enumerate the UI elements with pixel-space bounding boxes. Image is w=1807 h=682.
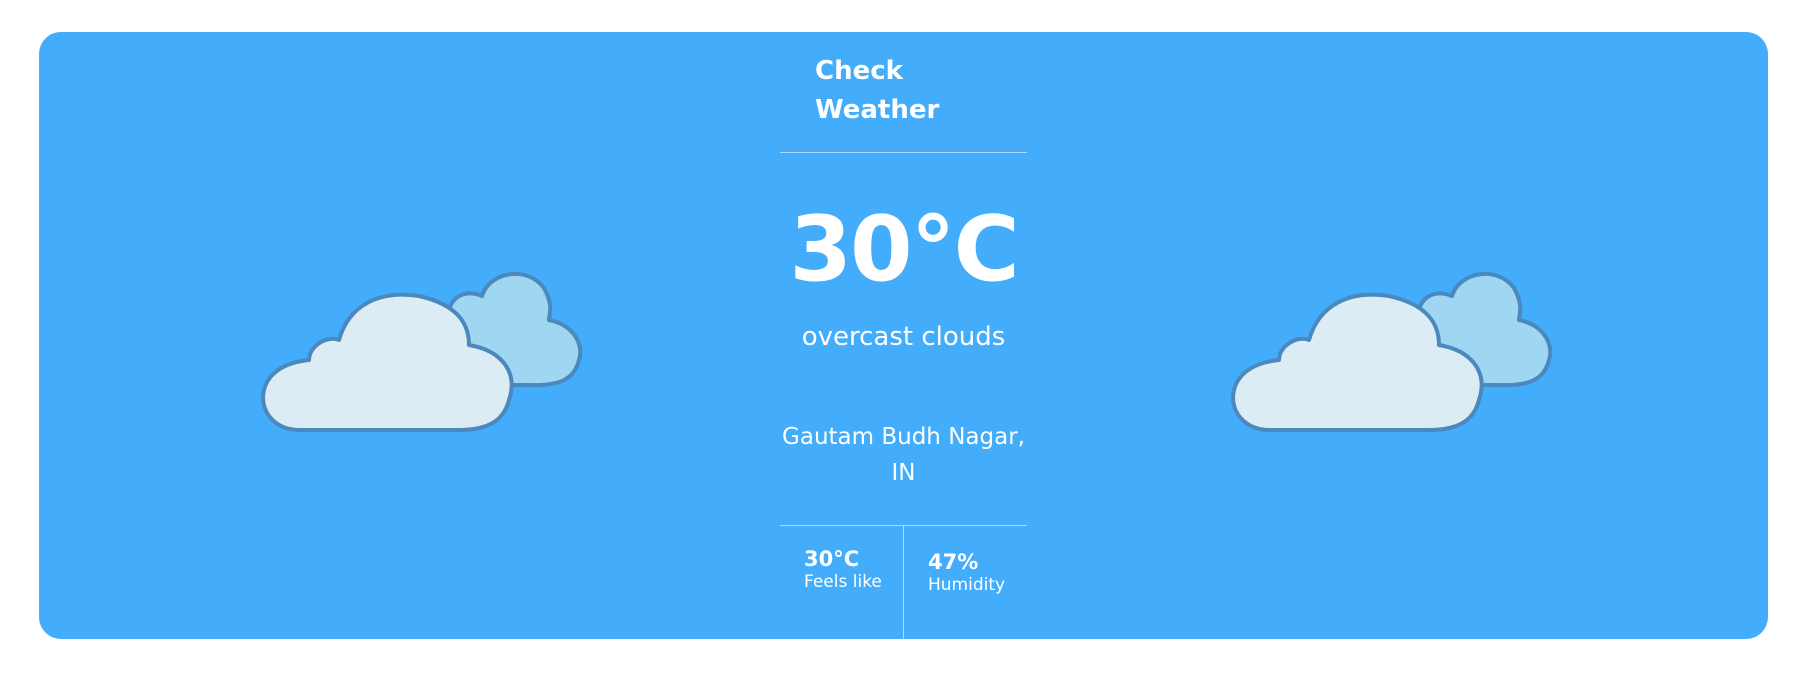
humidity-label: Humidity bbox=[928, 575, 1006, 595]
weather-summary: Check Weather 30°C overcast clouds Gauta… bbox=[780, 32, 1027, 639]
weather-description: overcast clouds bbox=[801, 322, 1006, 352]
overcast-clouds-icon bbox=[249, 210, 589, 450]
humidity-stat: 47% Humidity bbox=[928, 550, 1005, 596]
feels-like-stat: 30°C Feels like bbox=[804, 547, 882, 593]
weather-card: Check Weather 30°C overcast clouds Gauta… bbox=[39, 32, 1768, 639]
divider bbox=[780, 152, 1027, 153]
page-title: Check Weather bbox=[815, 56, 940, 125]
overcast-clouds-icon bbox=[1219, 210, 1559, 450]
feels-like-value: 30°C bbox=[804, 547, 860, 571]
location-name: Gautam Budh Nagar, IN bbox=[782, 424, 1025, 486]
feels-like-label: Feels like bbox=[804, 572, 882, 592]
stats-divider bbox=[903, 526, 904, 639]
temperature-value: 30°C bbox=[789, 197, 1019, 302]
humidity-value: 47% bbox=[928, 550, 979, 574]
